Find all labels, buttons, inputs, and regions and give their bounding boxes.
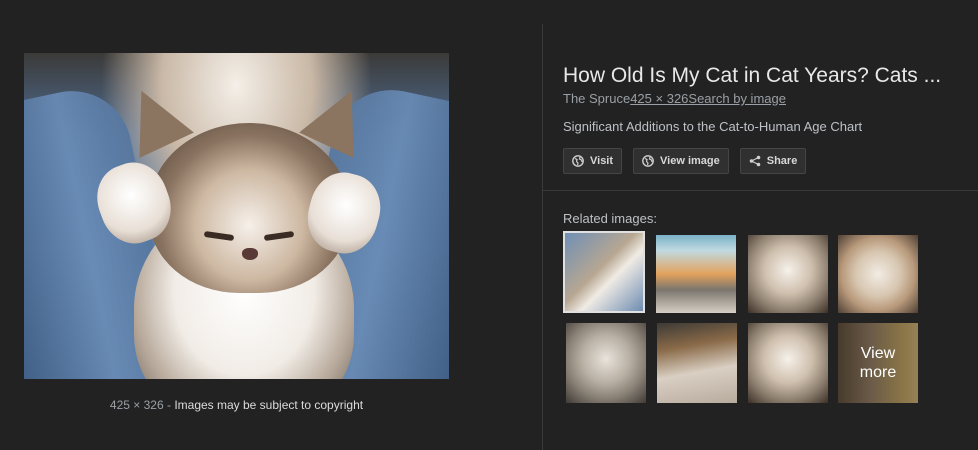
view-more-overlay: View more (838, 323, 918, 403)
horizontal-divider (543, 190, 978, 191)
view-image-button[interactable]: View image (633, 148, 729, 174)
image-caption: 425 × 326 - Images may be subject to cop… (24, 398, 449, 412)
view-more-label-line1: View (860, 345, 896, 362)
related-image-thumbnail[interactable] (748, 323, 828, 403)
image-info-panel: How Old Is My Cat in Cat Years? Cats ...… (563, 62, 963, 174)
action-buttons: Visit View image Share (563, 148, 963, 174)
share-label: Share (766, 155, 798, 167)
view-image-label: View image (660, 155, 720, 167)
image-detail (242, 248, 258, 260)
related-image-thumbnail[interactable] (656, 235, 736, 313)
visit-label: Visit (590, 155, 614, 167)
source-name: The Spruce (563, 91, 631, 106)
image-dimensions: 425 × 326 (109, 398, 164, 412)
related-images-label: Related images: (563, 211, 657, 226)
view-more-label-line2: more (859, 364, 897, 381)
image-preview-panel: 425 × 326 - Images may be subject to cop… (0, 0, 542, 450)
image-title[interactable]: How Old Is My Cat in Cat Years? Cats ... (563, 62, 949, 90)
globe-icon (642, 155, 654, 167)
vertical-divider (542, 24, 543, 450)
copyright-notice: Images may be subject to copyright (174, 398, 364, 412)
related-image-thumbnail[interactable] (566, 323, 646, 403)
image-size-link[interactable]: 425 × 326 (630, 91, 688, 106)
caption-separator: - (166, 398, 171, 412)
globe-icon (572, 155, 584, 167)
search-by-image-link[interactable]: Search by image (688, 91, 786, 106)
related-image-thumbnail[interactable] (563, 231, 645, 313)
related-image-thumbnail[interactable] (657, 323, 737, 403)
main-image[interactable] (24, 53, 449, 379)
image-meta: The Spruce425 × 326Search by image (563, 91, 963, 107)
view-more-thumbnail[interactable]: View more (838, 323, 918, 403)
related-image-thumbnail[interactable] (838, 235, 918, 313)
visit-button[interactable]: Visit (563, 148, 623, 174)
related-image-thumbnail[interactable] (748, 235, 828, 313)
image-description: Significant Additions to the Cat-to-Huma… (563, 119, 863, 134)
share-icon (749, 155, 761, 167)
share-button[interactable]: Share (739, 148, 807, 174)
